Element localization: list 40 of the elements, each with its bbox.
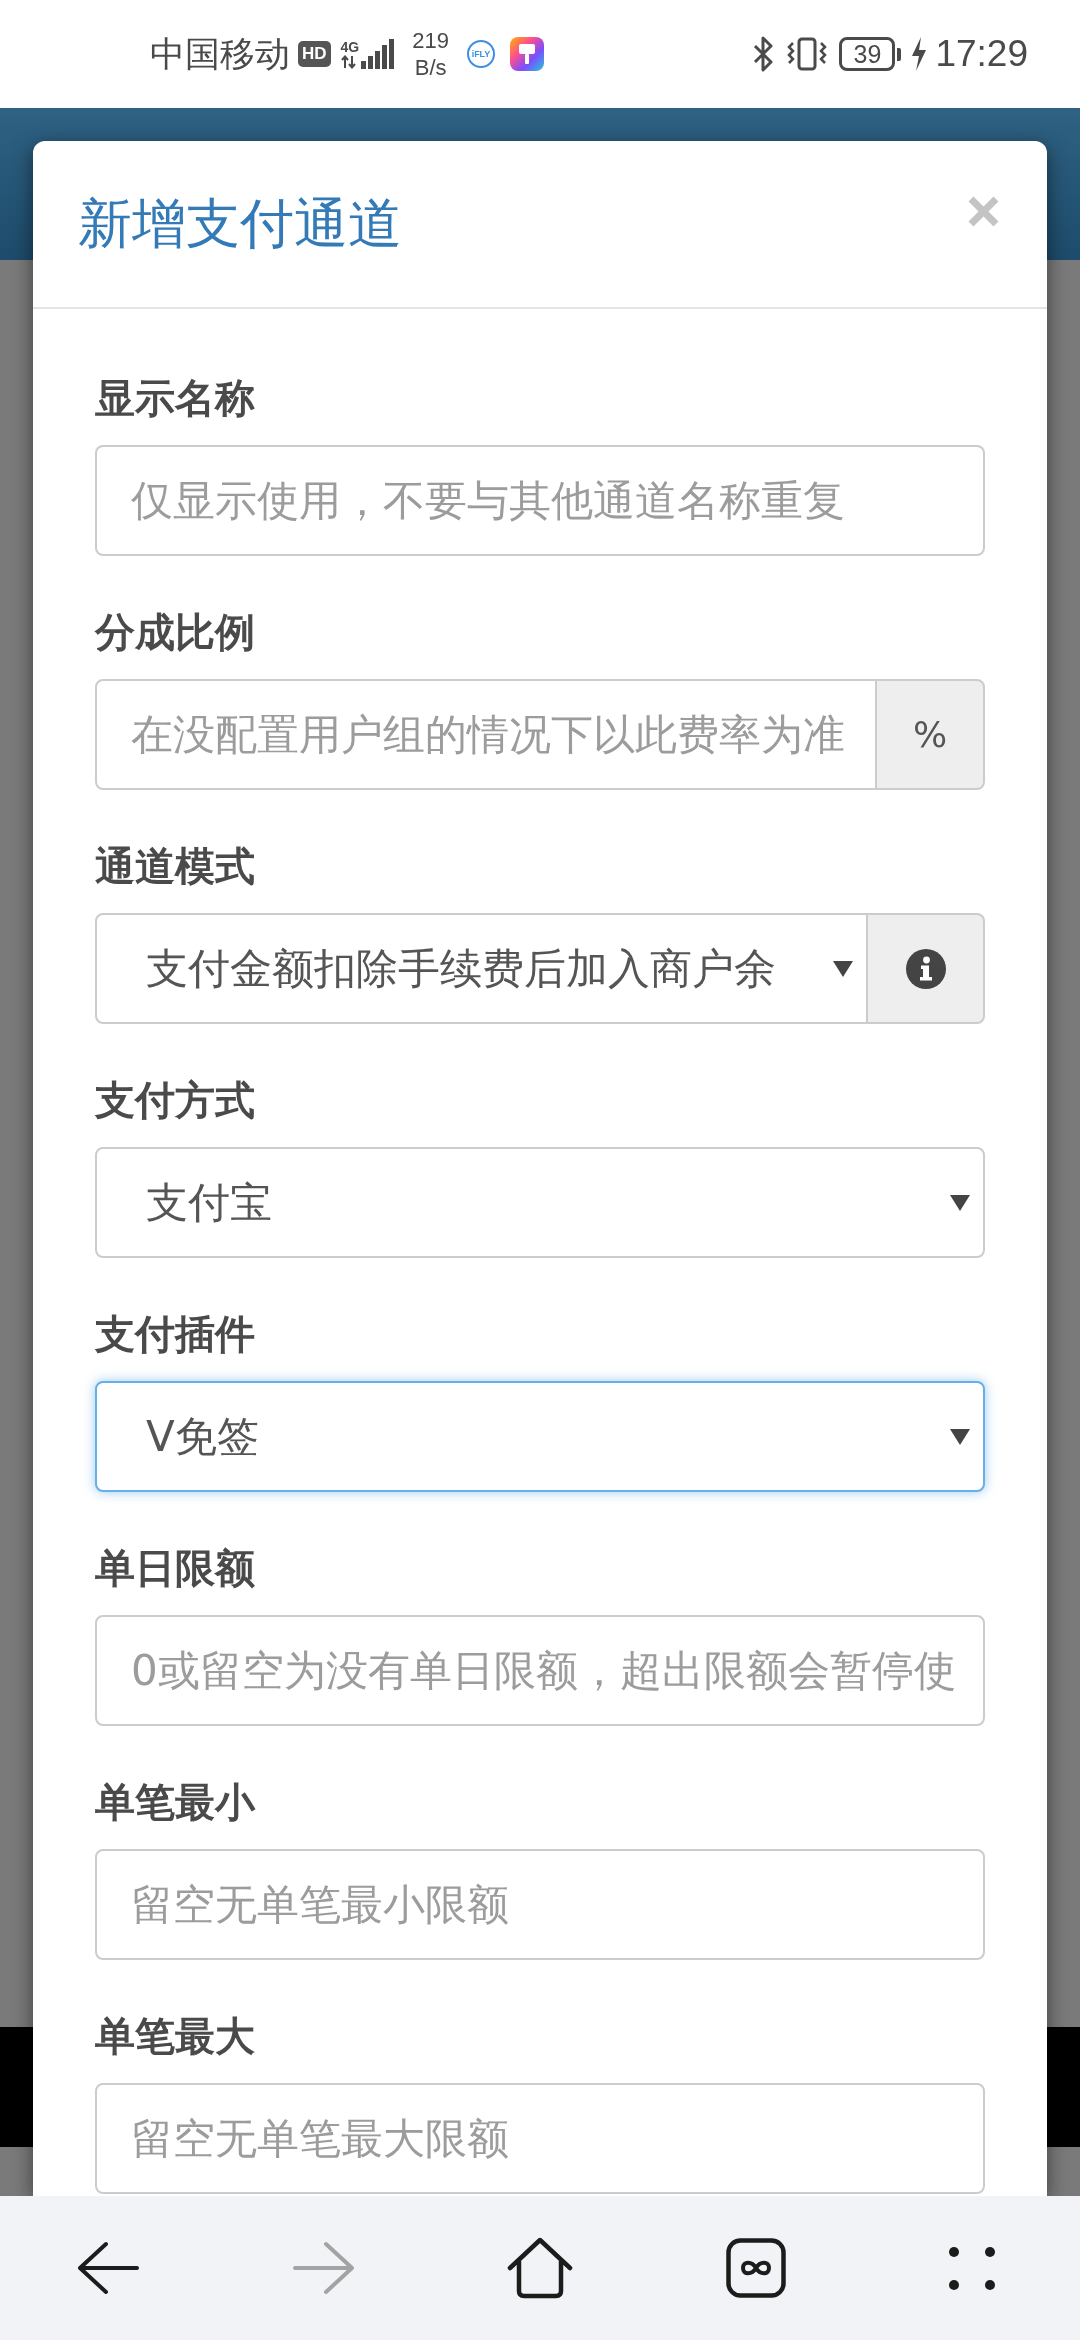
data-arrows-icon [340,55,356,69]
field-label: 支付插件 [95,1310,256,1359]
charging-icon [910,37,929,71]
field-label: 通道模式 [95,842,256,891]
field-label: 显示名称 [95,374,256,423]
caret-icon [950,1428,970,1445]
field-label: 单笔最小 [95,1778,257,1827]
battery-indicator: 39 [839,37,902,71]
dialog-title: 新增支付通道 [78,191,403,257]
network-type: 4G [340,40,360,55]
dropdown-select[interactable]: V免签 [95,1381,985,1492]
menu-icon[interactable] [949,2246,995,2290]
text-input[interactable]: 在没配置用户组的情况下以此费率为准 [95,679,877,790]
carrier-name: 中国移动 [150,34,290,74]
network-speed-value: 219 [412,27,449,54]
vibrate-icon [786,36,829,72]
percent-addon: % [877,679,985,790]
caret-icon [950,1194,970,1211]
dropdown-select[interactable]: 支付金额扣除手续费后加入商户余 [95,913,868,1024]
app-badge: iFLY [466,40,495,68]
back-arrow-icon[interactable] [77,2241,139,2295]
home-icon[interactable] [507,2237,573,2299]
info-button[interactable] [868,913,985,1024]
text-input[interactable]: 仅显示使用，不要与其他通道名称重复 [95,445,985,556]
field-label: 单笔最大 [95,2012,256,2061]
app-icon [509,37,544,71]
field-label: 单日限额 [95,1544,256,1593]
text-input[interactable]: 0或留空为没有单日限额，超出限额会暂停使 [95,1615,985,1726]
field-label: 分成比例 [95,608,256,657]
info-icon [905,948,946,989]
clock-time: 17:29 [935,33,1028,75]
caret-icon [833,960,853,977]
network-speed-unit: B/s [414,54,447,81]
field-label: 支付方式 [95,1076,256,1125]
dropdown-select[interactable]: 支付宝 [95,1147,985,1258]
hd-badge: HD [298,41,331,67]
text-input[interactable]: 留空无单笔最大限额 [95,2083,985,2194]
signal-icon [361,39,395,69]
tabs-icon[interactable] [726,2238,786,2298]
text-input[interactable]: 留空无单笔最小限额 [95,1849,985,1960]
